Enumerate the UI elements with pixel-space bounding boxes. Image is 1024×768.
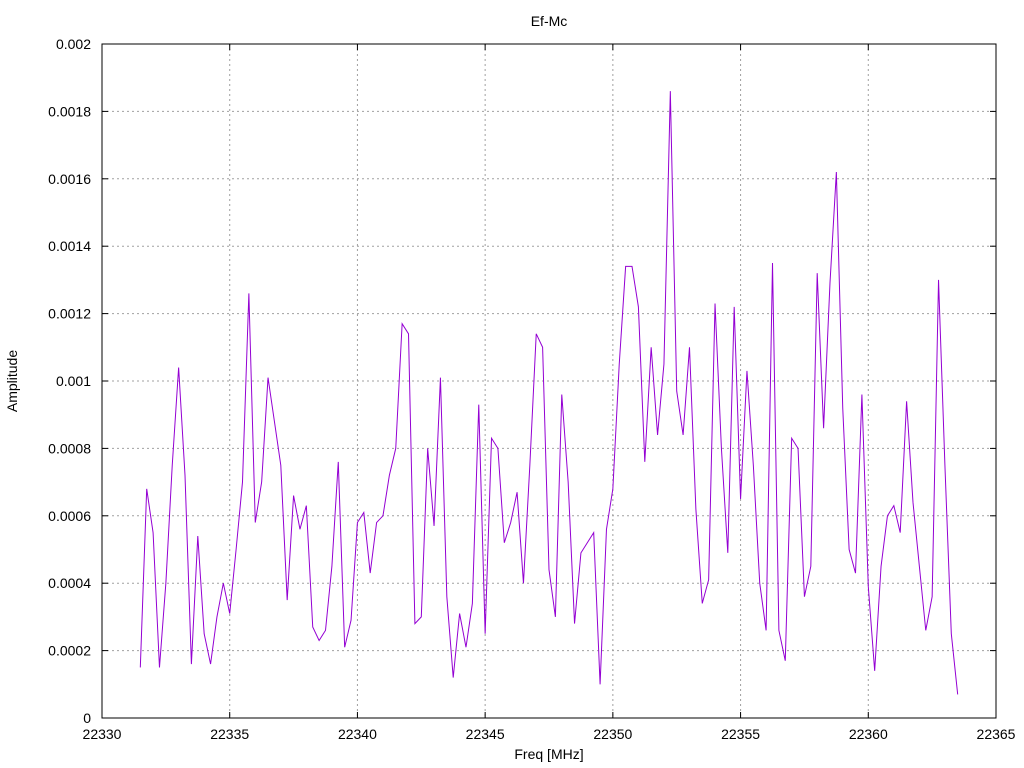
y-tick-label: 0.002 [56,36,91,52]
y-tick-label: 0.0016 [48,171,91,187]
x-tick-label: 22355 [721,726,760,742]
y-tick-label: 0.001 [56,373,91,389]
y-tick-label: 0.0006 [48,508,91,524]
series-layer [139,91,959,695]
x-tick-label: 22335 [210,726,249,742]
y-axis-label: Amplitude [4,350,20,412]
grid-layer [102,44,996,718]
chart-title: Ef-Mc [531,13,568,29]
y-tick-label: 0.0008 [48,440,91,456]
x-tick-label: 22360 [849,726,888,742]
x-tick-label: 22330 [83,726,122,742]
y-tick-label: 0.0004 [48,575,91,591]
x-tick-label: 22365 [977,726,1016,742]
x-tick-label: 22345 [466,726,505,742]
y-tick-labels: 0 0.0002 0.0004 0.0006 0.0008 0.001 0.0012 0.00… [48,36,91,726]
y-tick-label: 0.0012 [48,306,91,322]
y-tick-label: 0 [83,710,91,726]
line-chart: Ef-Mc 22330 22335 22340 22345 22350 22355 2236… [4,13,1016,762]
y-tick-label: 0.0018 [48,103,91,119]
y-tick-label: 0.0014 [48,238,91,254]
y-tick-label: 0.0002 [48,643,91,659]
series-line [139,91,959,695]
x-tick-labels: 22330 22335 22340 22345 22350 22355 22360 22365 [83,726,1016,742]
x-tick-label: 22340 [338,726,377,742]
x-axis-label: Freq [MHz] [514,746,583,762]
x-tick-label: 22350 [593,726,632,742]
